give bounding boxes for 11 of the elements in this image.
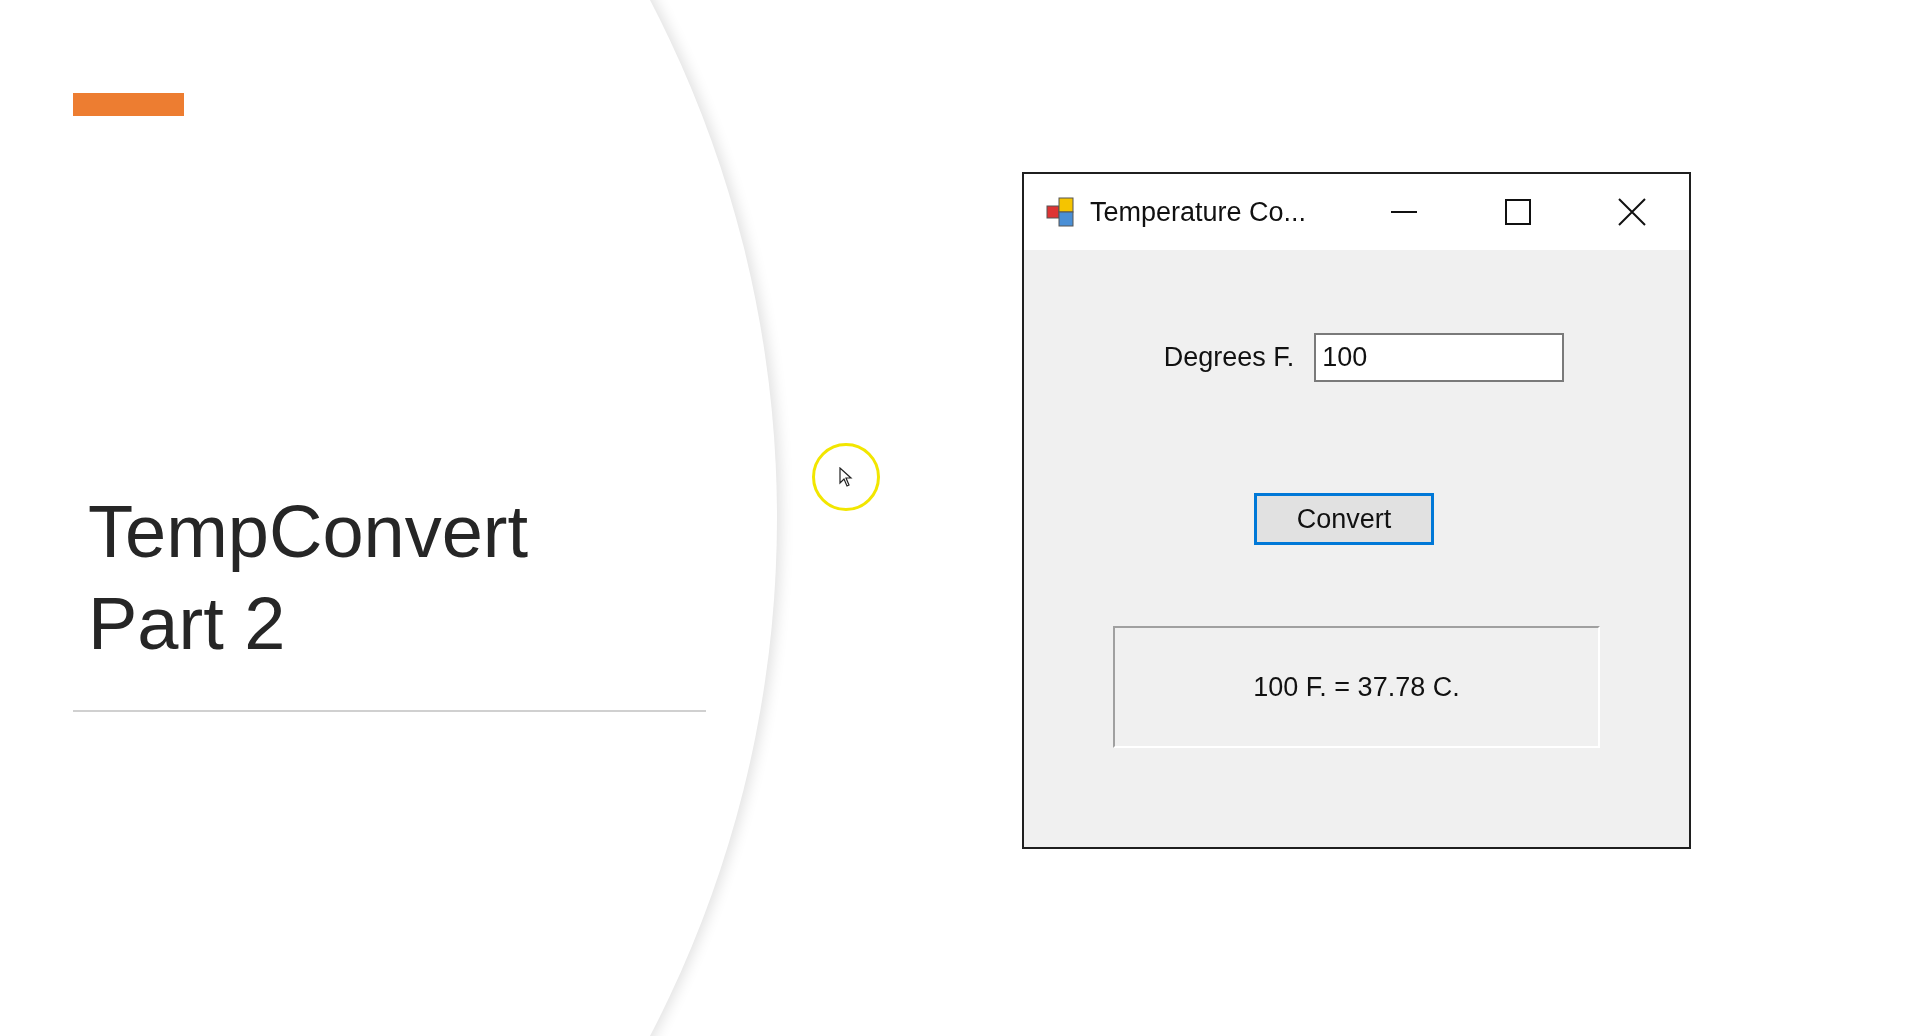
convert-button[interactable]: Convert xyxy=(1254,493,1434,545)
mouse-pointer-icon xyxy=(839,467,853,487)
result-label: 100 F. = 37.78 C. xyxy=(1113,626,1600,748)
slide-title: TempConvert Part 2 xyxy=(88,489,530,667)
field-label: Degrees F. xyxy=(1163,342,1295,373)
window-title: Temperature Co... xyxy=(1090,196,1308,228)
maximize-icon xyxy=(1505,199,1531,225)
minimize-icon xyxy=(1391,211,1417,213)
close-icon xyxy=(1618,198,1646,226)
app-icon xyxy=(1046,197,1076,227)
degrees-input-field[interactable]: 100 xyxy=(1314,333,1565,382)
